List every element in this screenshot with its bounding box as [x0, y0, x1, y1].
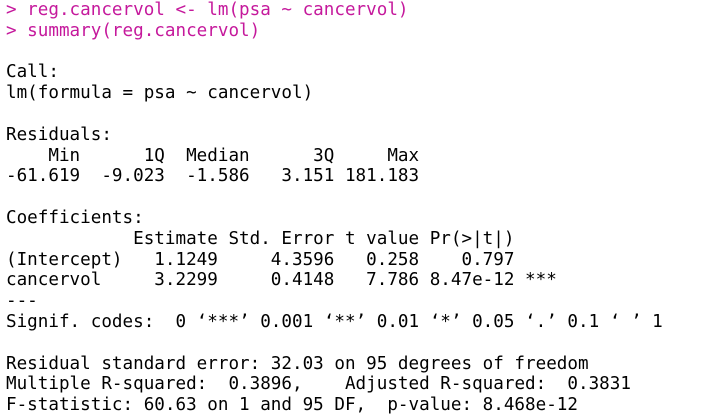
- coefficients-header: Coefficients:: [6, 207, 144, 228]
- signif-codes: Signif. codes: 0 ‘***’ 0.001 ‘**’ 0.01 ‘…: [6, 311, 663, 332]
- residual-standard-error: Residual standard error: 32.03 on 95 deg…: [6, 353, 589, 374]
- coefficients-row: cancervol 3.2299 0.4148 7.786 8.47e-12 *…: [6, 270, 557, 291]
- coefficients-row: (Intercept) 1.1249 4.3596 0.258 0.797: [6, 249, 557, 270]
- coefficients-column-header: Estimate Std. Error t value Pr(>|t|): [6, 228, 557, 249]
- residuals-labels: Min 1Q Median 3Q Max: [6, 145, 430, 166]
- separator-line: ---: [6, 291, 38, 312]
- residuals-header: Residuals:: [6, 124, 112, 145]
- command-line: > reg.cancervol <- lm(psa ~ cancervol): [6, 0, 409, 20]
- f-statistic-line: F-statistic: 60.63 on 1 and 95 DF, p-val…: [6, 395, 578, 416]
- r-console[interactable]: > reg.cancervol <- lm(psa ~ cancervol) >…: [0, 0, 708, 419]
- command-line: > summary(reg.cancervol): [6, 20, 261, 41]
- residuals-values: -61.619 -9.023 -1.586 3.151 181.183: [6, 166, 430, 187]
- r-squared-line: Multiple R-squared: 0.3896, Adjusted R-s…: [6, 374, 642, 395]
- call-formula: lm(formula = psa ~ cancervol): [6, 83, 314, 104]
- call-header: Call:: [6, 62, 59, 83]
